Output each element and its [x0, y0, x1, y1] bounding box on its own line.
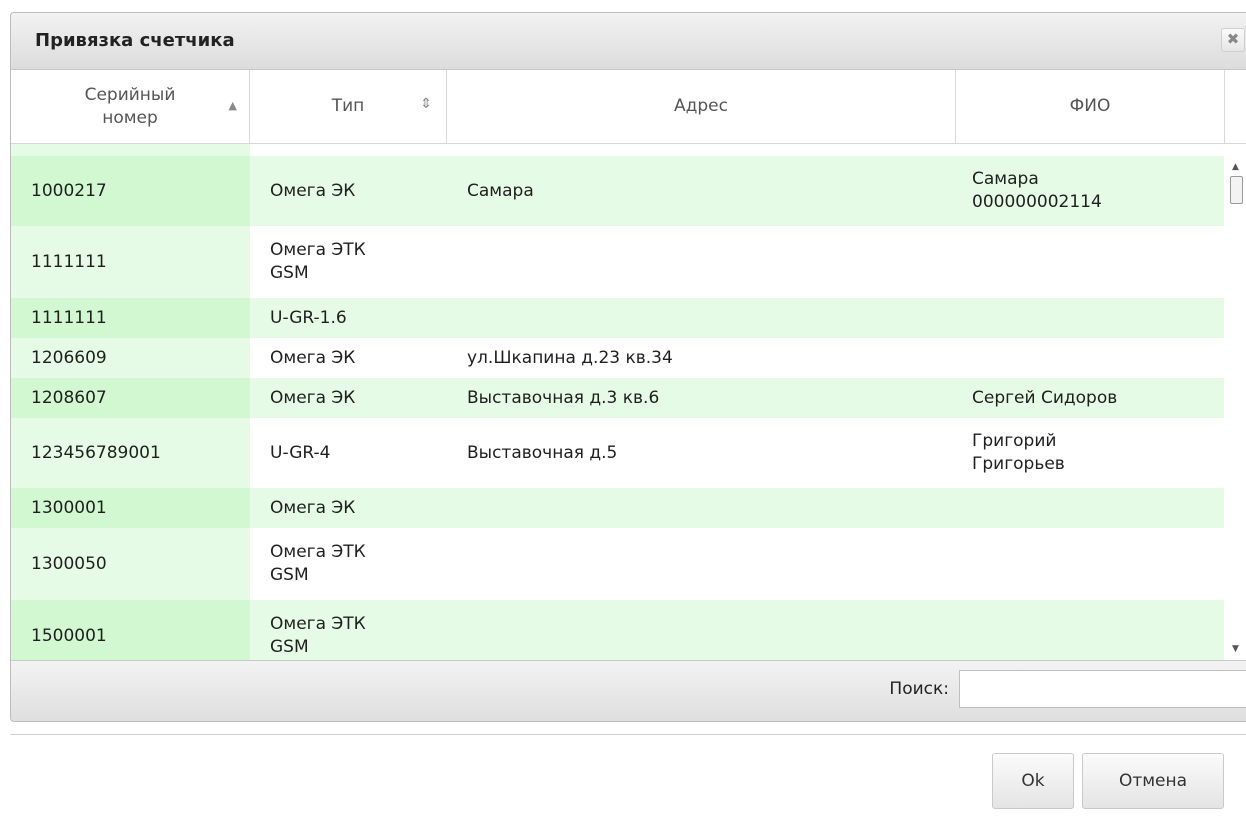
table-row[interactable]: 1300001 Омега ЭК: [11, 488, 1224, 528]
address-cell: [447, 488, 952, 528]
table-row[interactable]: 1300050 Омега ЭТК GSM: [11, 528, 1224, 600]
name-cell: Григорий Григорьев: [972, 431, 1065, 474]
table-header: Серийный номер ▲ Тип ⇕ Адрес ФИО: [11, 70, 1246, 144]
column-label: Серийный номер: [84, 84, 176, 128]
table-row[interactable]: 1500001 Омега ЭТК GSM: [11, 600, 1224, 660]
serial-cell: 123456789001: [11, 418, 250, 488]
column-header-type[interactable]: Тип ⇕: [250, 70, 447, 143]
column-label: ФИО: [1069, 96, 1111, 116]
type-cell: Омега ЭК: [270, 347, 356, 368]
type-cell: Омега ЭТК GSM: [270, 542, 366, 585]
table-body[interactable]: 1000217 Омега ЭК Самара Самара 000000002…: [11, 144, 1224, 660]
scroll-down-icon[interactable]: ▼: [1232, 644, 1239, 654]
serial-cell: 1111111: [11, 298, 250, 338]
column-label: Адрес: [674, 96, 728, 116]
cancel-button[interactable]: Отмена: [1082, 753, 1224, 809]
serial-cell: 1300001: [11, 488, 250, 528]
meter-binding-dialog: Привязка счетчика ✖ Серийный номер ▲ Тип…: [10, 12, 1246, 722]
serial-cell: 1500001: [11, 600, 250, 660]
address-cell: Выставочная д.3 кв.6: [467, 387, 660, 408]
serial-cell: 1000217: [11, 156, 250, 226]
dialog-titlebar[interactable]: Привязка счетчика ✖: [11, 13, 1246, 70]
serial-cell: 1300050: [11, 528, 250, 600]
address-cell: [447, 528, 952, 600]
column-header-name[interactable]: ФИО: [956, 70, 1225, 143]
scroll-up-icon[interactable]: ▲: [1232, 162, 1239, 172]
table-row[interactable]: 1111111 Омега ЭТК GSM: [11, 226, 1224, 298]
address-cell: [447, 226, 952, 298]
table-scrollbar[interactable]: ▲ ▼: [1224, 144, 1246, 660]
type-cell: U-GR-1.6: [270, 307, 347, 328]
table-row[interactable]: 1111111 U-GR-1.6: [11, 298, 1224, 338]
name-cell: Самара 000000002114: [972, 169, 1102, 212]
table-footer: Поиск:: [11, 660, 1246, 721]
search-input[interactable]: [959, 670, 1246, 708]
dialog-divider: [10, 734, 1246, 735]
table-row[interactable]: 1208607 Омега ЭК Выставочная д.3 кв.6 Се…: [11, 378, 1224, 418]
sort-asc-icon[interactable]: ▲: [229, 99, 237, 112]
column-label: Тип: [331, 96, 365, 116]
address-cell: [447, 298, 952, 338]
type-cell: U-GR-4: [270, 442, 331, 463]
table-row[interactable]: [11, 144, 1224, 156]
type-cell: Омега ЭК: [270, 387, 356, 408]
name-cell: Сергей Сидоров: [972, 387, 1118, 408]
name-cell: [952, 488, 1224, 528]
ok-button[interactable]: Ok: [992, 753, 1074, 809]
name-cell: [952, 338, 1224, 378]
name-cell: [952, 226, 1224, 298]
type-cell: Омега ЭТК GSM: [270, 614, 366, 657]
type-cell: Омега ЭК: [270, 180, 356, 201]
column-header-serial-number[interactable]: Серийный номер ▲: [11, 70, 250, 143]
serial-cell: 1206609: [11, 338, 250, 378]
serial-cell: 1208607: [11, 378, 250, 418]
table-row[interactable]: 1206609 Омега ЭК ул.Шкапина д.23 кв.34: [11, 338, 1224, 378]
address-cell: Выставочная д.5: [467, 442, 618, 463]
sort-both-icon[interactable]: ⇕: [420, 96, 432, 112]
column-header-address[interactable]: Адрес: [447, 70, 956, 143]
name-cell: [952, 298, 1224, 338]
address-cell: Самара: [467, 180, 534, 201]
serial-cell: 1111111: [11, 226, 250, 298]
table-row[interactable]: 123456789001 U-GR-4 Выставочная д.5 Григ…: [11, 418, 1224, 488]
name-cell: [952, 528, 1224, 600]
address-cell: ул.Шкапина д.23 кв.34: [467, 347, 673, 368]
type-cell: Омега ЭТК GSM: [270, 240, 366, 283]
table-row[interactable]: 1000217 Омега ЭК Самара Самара 000000002…: [11, 156, 1224, 226]
type-cell: Омега ЭК: [270, 497, 356, 518]
dialog-title: Привязка счетчика: [35, 30, 235, 51]
search-label: Поиск:: [889, 679, 949, 699]
close-icon[interactable]: ✖: [1221, 28, 1245, 52]
scrollbar-thumb[interactable]: [1230, 176, 1243, 204]
